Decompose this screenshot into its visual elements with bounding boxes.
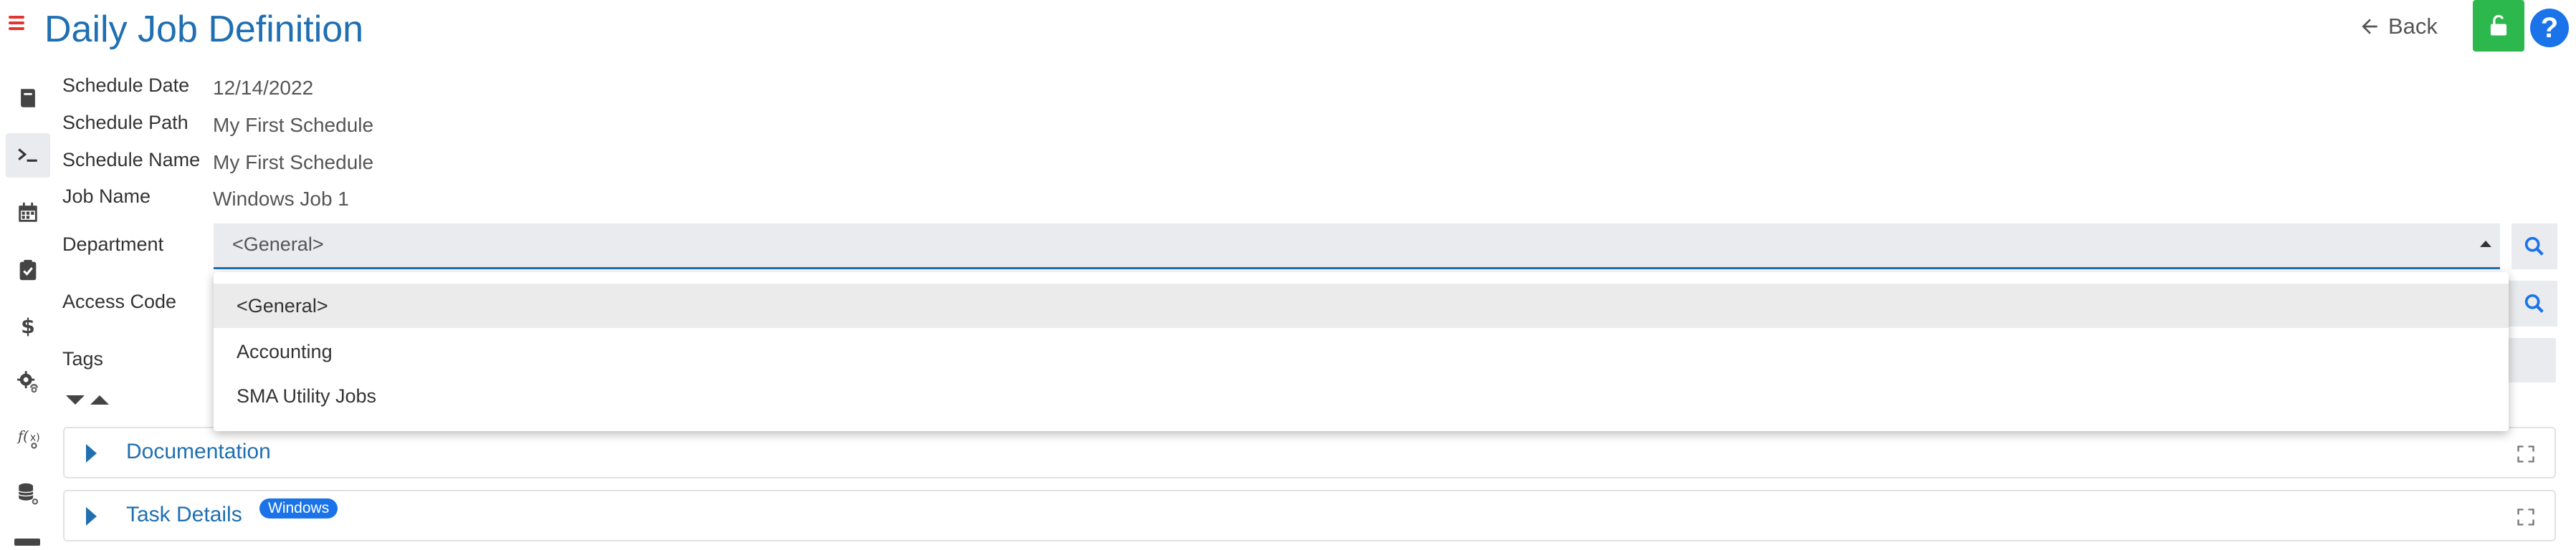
sidebar-item-database-link[interactable] (6, 471, 50, 516)
dropdown-option[interactable]: <General> (214, 284, 2509, 328)
schedule-path-label: Schedule Path (62, 112, 189, 133)
tags-label: Tags (62, 348, 104, 370)
section-title[interactable]: Task Details (126, 503, 242, 527)
arrow-left-icon (2362, 19, 2377, 34)
book-icon (21, 89, 35, 107)
gear-link-icon (17, 371, 39, 393)
search-icon (2524, 294, 2544, 313)
sidebar-item-calendar[interactable] (6, 190, 50, 235)
help-button[interactable]: ? (2530, 9, 2569, 47)
caret-down-icon[interactable] (66, 395, 85, 405)
sidebar-item-function-link[interactable]: f(x) (6, 415, 50, 460)
unlock-icon (2490, 14, 2507, 36)
clipboard-check-icon (19, 259, 37, 281)
back-label: Back (2388, 14, 2438, 39)
schedule-date-label: Schedule Date (62, 74, 190, 96)
database-link-icon (18, 483, 39, 505)
caret-up-icon (2480, 241, 2491, 247)
sidebar-item-terminal[interactable] (6, 133, 50, 178)
task-details-section[interactable]: Task Details Windows (63, 490, 2556, 541)
department-dropdown[interactable]: <General> Accounting SMA Utility Jobs (214, 272, 2509, 431)
fullscreen-icon[interactable] (2516, 444, 2536, 464)
expand-arrow-icon[interactable] (86, 507, 97, 526)
schedule-name-value: My First Schedule (213, 151, 374, 173)
sidebar-item-settings-link[interactable] (6, 360, 50, 404)
tags-field[interactable] (2509, 338, 2556, 382)
schedule-name-label: Schedule Name (62, 149, 201, 170)
svg-text:x): x) (30, 432, 40, 443)
access-code-label: Access Code (62, 291, 177, 312)
calendar-icon (19, 202, 37, 222)
svg-text:f(: f( (16, 428, 29, 444)
schedule-date-value: 12/14/2022 (213, 77, 314, 99)
sidebar-item-tasks[interactable] (6, 248, 50, 292)
job-name-value: Windows Job 1 (213, 188, 349, 210)
sidebar-item-documentation[interactable] (6, 76, 50, 120)
back-button[interactable]: Back (2358, 10, 2438, 43)
department-label: Department (62, 233, 164, 255)
department-search-button[interactable] (2511, 223, 2557, 269)
unlock-button[interactable] (2473, 0, 2524, 52)
caret-up-icon[interactable] (90, 395, 109, 405)
expand-collapse-all[interactable] (66, 392, 115, 409)
dropdown-option[interactable]: Accounting (214, 329, 2509, 374)
expand-arrow-icon[interactable] (86, 444, 97, 463)
sidebar-item-more[interactable] (14, 539, 40, 546)
search-icon (2524, 236, 2544, 256)
dollar-icon: $ (21, 314, 35, 338)
documentation-section[interactable]: Documentation (63, 427, 2556, 478)
hamburger-menu-icon[interactable] (9, 16, 27, 30)
section-title[interactable]: Documentation (126, 440, 271, 464)
fullscreen-icon[interactable] (2516, 507, 2536, 527)
access-code-search-button[interactable] (2511, 281, 2557, 327)
page-title: Daily Job Definition (44, 9, 364, 50)
status-badge: Windows (259, 498, 338, 518)
department-select[interactable]: <General> (214, 223, 2500, 269)
sidebar-item-cost[interactable]: $ (6, 304, 50, 348)
job-name-label: Job Name (62, 185, 151, 207)
svg-text:$: $ (21, 314, 35, 338)
schedule-path-value: My First Schedule (213, 114, 374, 136)
function-link-icon: f(x) (16, 428, 40, 449)
department-select-value: <General> (232, 233, 324, 255)
terminal-icon (18, 148, 37, 162)
dropdown-option[interactable]: SMA Utility Jobs (214, 374, 2509, 418)
